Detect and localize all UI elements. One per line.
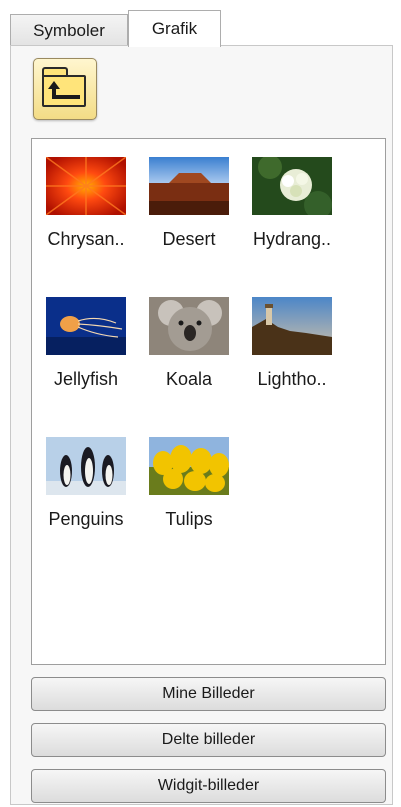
tulips-thumbnail (149, 437, 229, 495)
list-item-penguins[interactable]: Penguins (32, 429, 132, 539)
graphics-panel-window: Symboler Grafik Chrysan.. Desert Hydrang… (0, 0, 401, 807)
list-item-jellyfish[interactable]: Jellyfish (32, 289, 132, 399)
up-arrow-icon (48, 81, 80, 99)
list-item-chrysanthemum[interactable]: Chrysan.. (32, 149, 132, 259)
image-caption: Penguins (48, 509, 124, 529)
desert-thumbnail (149, 157, 229, 215)
list-item-hydrangeas[interactable]: Hydrang.. (238, 149, 338, 259)
image-caption: Hydrang.. (252, 229, 332, 249)
list-item-koala[interactable]: Koala (135, 289, 235, 399)
tab-grafik[interactable]: Grafik (128, 10, 221, 47)
image-caption: Desert (162, 229, 216, 249)
image-caption: Jellyfish (53, 369, 119, 389)
delte-billeder-button[interactable]: Delte billeder (31, 723, 386, 757)
jellyfish-thumbnail (46, 297, 126, 355)
koala-thumbnail (149, 297, 229, 355)
list-item-lighthouse[interactable]: Lightho.. (238, 289, 338, 399)
image-caption: Koala (165, 369, 213, 389)
image-caption: Lightho.. (257, 369, 327, 389)
image-list[interactable]: Chrysan.. Desert Hydrang.. Jellyfish Koa… (31, 138, 386, 665)
image-caption: Chrysan.. (47, 229, 125, 249)
widgit-billeder-button[interactable]: Widgit-billeder (31, 769, 386, 803)
mine-billeder-button[interactable]: Mine Billeder (31, 677, 386, 711)
tab-symboler[interactable]: Symboler (10, 14, 128, 46)
tab-bar: Symboler Grafik (10, 10, 390, 47)
penguins-thumbnail (46, 437, 126, 495)
hydrangeas-thumbnail (252, 157, 332, 215)
folder-up-button[interactable] (33, 58, 97, 120)
image-caption: Tulips (165, 509, 213, 529)
lighthouse-thumbnail (252, 297, 332, 355)
grafik-panel: Chrysan.. Desert Hydrang.. Jellyfish Koa… (10, 45, 393, 805)
list-item-tulips[interactable]: Tulips (135, 429, 235, 539)
chrysanthemum-thumbnail (46, 157, 126, 215)
list-item-desert[interactable]: Desert (135, 149, 235, 259)
